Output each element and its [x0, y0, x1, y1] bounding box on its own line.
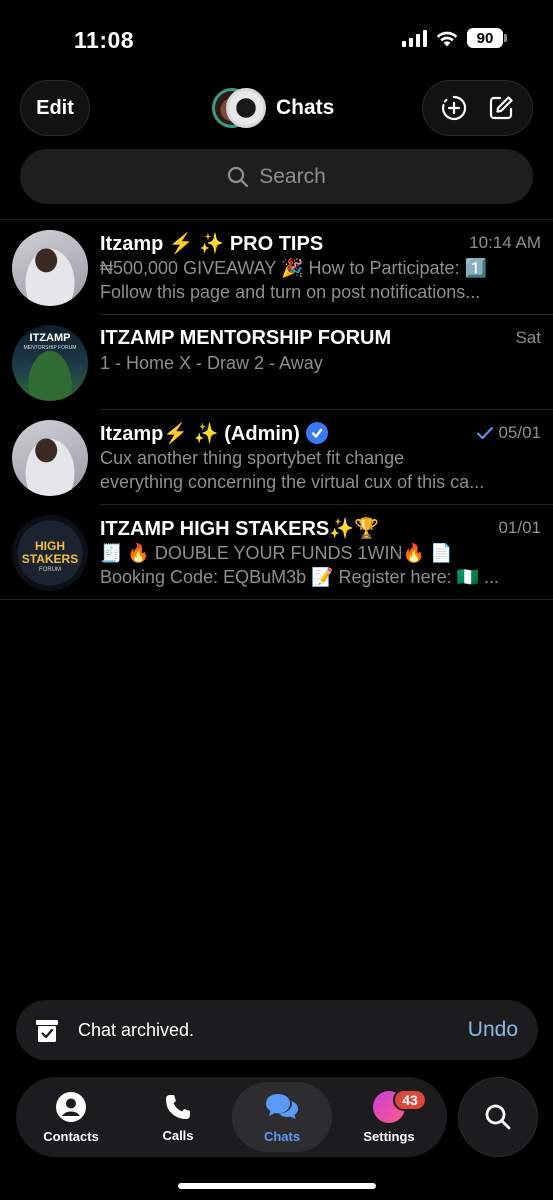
compose-icon	[489, 96, 513, 120]
notification-badge: 43	[393, 1089, 427, 1111]
phone-icon	[166, 1094, 190, 1119]
verified-badge-icon	[305, 422, 328, 444]
avatar: ITZAMP MENTORSHIP FORUM	[12, 325, 88, 401]
status-time: 11:08	[74, 27, 135, 53]
stories-avatars[interactable]	[212, 88, 270, 128]
chat-bubbles-icon	[266, 1093, 298, 1119]
chat-preview: 1 - Home X - Draw 2 - Away	[100, 353, 323, 373]
edit-button[interactable]: Edit	[20, 80, 90, 136]
tab-label: Calls	[162, 1127, 194, 1143]
tab-label: Settings	[363, 1128, 415, 1144]
search-bar[interactable]: Search	[20, 149, 533, 204]
avatar-subtext: MENTORSHIP FORUM	[23, 345, 77, 351]
chat-row[interactable]: ITZAMP MENTORSHIP FORUM ITZAMP MENTORSHI…	[0, 315, 553, 410]
chat-preview: Booking Code: EQBuM3b 📝 Register here: 🇳…	[100, 567, 500, 587]
tab-calls[interactable]: Calls	[128, 1082, 228, 1152]
chat-name: Itzamp⚡️ ✨ (Admin)	[100, 422, 300, 445]
toast-message: Chat archived.	[78, 1019, 195, 1040]
title-group[interactable]: Chats	[212, 88, 334, 128]
chat-preview: ₦500,000 GIVEAWAY 🎉 How to Participate: …	[100, 258, 487, 278]
story-avatar	[226, 88, 266, 128]
archive-toast: Chat archived. Undo	[16, 1000, 538, 1060]
new-story-button[interactable]	[434, 88, 474, 128]
status-bar: 11:08 90	[0, 0, 553, 80]
chat-row[interactable]: HIGH STAKERS FORUM ITZAMP HIGH STAKERS✨🏆…	[0, 505, 553, 600]
status-icons: 90	[402, 28, 507, 48]
chat-name: Itzamp ⚡️ ✨ PRO TIPS	[100, 232, 324, 255]
wifi-icon	[436, 31, 458, 47]
person-circle-icon	[56, 1091, 86, 1122]
nav-header: Edit Chats	[0, 80, 553, 136]
tab-contacts[interactable]: Contacts	[21, 1082, 121, 1152]
avatar-subtext: FORUM	[39, 567, 61, 573]
search-icon	[228, 166, 249, 187]
search-placeholder: Search	[259, 164, 326, 188]
tab-settings[interactable]: Settings 43	[339, 1082, 439, 1152]
avatar: HIGH STAKERS FORUM	[12, 515, 88, 591]
chat-date: 10:14 AM	[469, 233, 541, 252]
chat-name: ITZAMP HIGH STAKERS✨🏆	[100, 517, 380, 540]
tab-bar: Contacts Calls Chats Settings 43	[16, 1077, 447, 1157]
avatar	[12, 420, 88, 496]
tab-label: Contacts	[43, 1128, 99, 1144]
chat-date: Sat	[515, 328, 541, 347]
home-indicator	[178, 1183, 376, 1189]
header-actions	[422, 80, 533, 136]
avatar-text: ITZAMP	[29, 332, 71, 344]
cellular-signal-icon	[402, 29, 427, 47]
avatar	[12, 230, 88, 306]
battery-indicator: 90	[467, 28, 507, 48]
search-icon	[485, 1104, 511, 1130]
chat-preview: everything concerning the virtual cux of…	[100, 472, 485, 492]
chat-preview: 🧾 🔥 DOUBLE YOUR FUNDS 1WIN🔥 📄	[100, 543, 453, 563]
tab-label: Chats	[263, 1128, 301, 1144]
chat-row[interactable]: Itzamp⚡️ ✨ (Admin) 05/01 Cux another thi…	[0, 410, 553, 505]
chat-date: 05/01	[498, 423, 541, 442]
page-title: Chats	[276, 96, 335, 119]
add-story-icon	[442, 95, 467, 121]
chat-preview: Cux another thing sportybet fit change	[100, 448, 405, 468]
archive-icon	[36, 1020, 58, 1042]
chat-name-group: Itzamp⚡️ ✨ (Admin)	[100, 421, 328, 446]
chat-date: 01/01	[498, 518, 541, 537]
chat-row[interactable]: Itzamp ⚡️ ✨ PRO TIPS 10:14 AM ₦500,000 G…	[0, 220, 553, 315]
chat-name: ITZAMP MENTORSHIP FORUM	[100, 326, 392, 349]
chat-preview: Follow this page and turn on post notifi…	[100, 282, 481, 302]
compose-button[interactable]	[481, 88, 521, 128]
undo-button[interactable]: Undo	[468, 1018, 518, 1042]
chat-list: Itzamp ⚡️ ✨ PRO TIPS 10:14 AM ₦500,000 G…	[0, 220, 553, 600]
avatar-text: HIGH	[35, 539, 65, 553]
read-check-icon	[477, 427, 494, 439]
chat-date-group: 05/01	[476, 423, 541, 443]
tab-chats[interactable]: Chats	[232, 1082, 332, 1152]
avatar-text: STAKERS	[21, 552, 79, 566]
search-button[interactable]	[458, 1077, 538, 1157]
